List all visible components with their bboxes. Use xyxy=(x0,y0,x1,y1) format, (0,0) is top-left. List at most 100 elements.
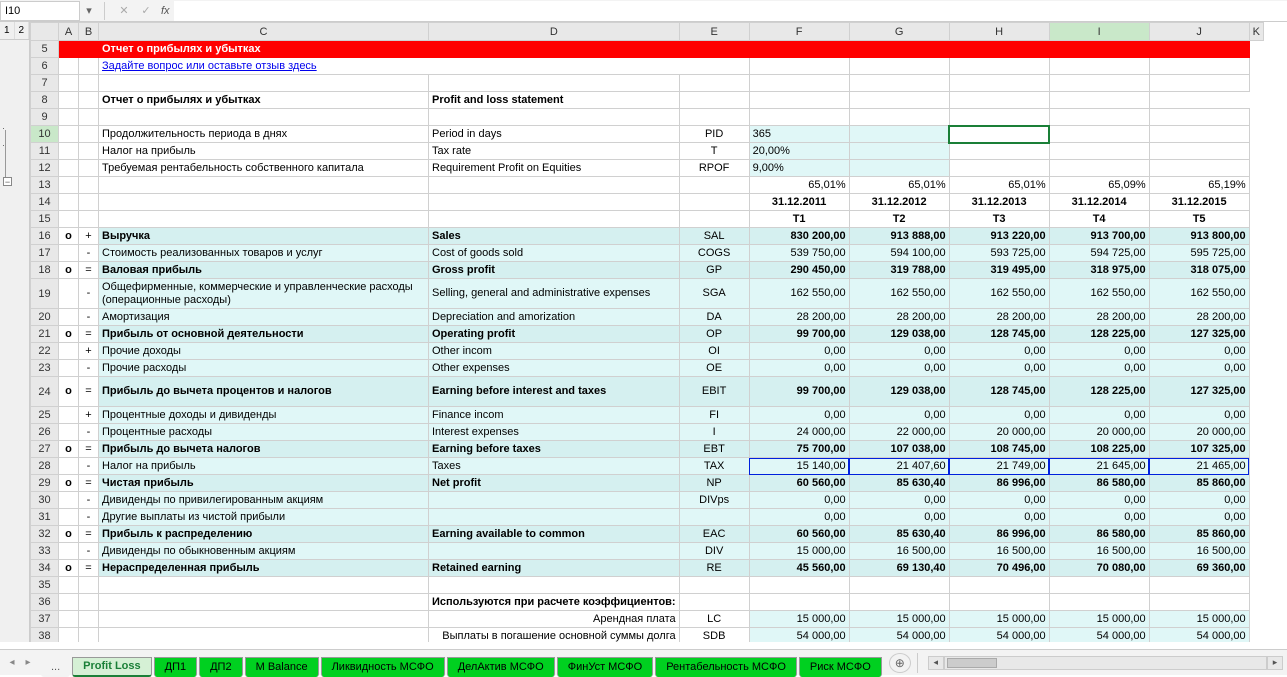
param-value[interactable]: 20,00% xyxy=(749,143,849,160)
row-header[interactable]: 36 xyxy=(31,594,59,611)
value-cell[interactable]: 128 225,00 xyxy=(1049,377,1149,407)
line-label-en[interactable]: Selling, general and administrative expe… xyxy=(429,279,680,309)
feedback-link[interactable]: Задайте вопрос или оставьте отзыв здесь xyxy=(99,58,750,75)
value-cell[interactable]: 86 996,00 xyxy=(949,475,1049,492)
sign-mark[interactable]: = xyxy=(79,560,99,577)
pct-value[interactable]: 65,01% xyxy=(849,177,949,194)
param-code[interactable]: T xyxy=(679,143,749,160)
scroll-track[interactable] xyxy=(944,656,1267,670)
line-label-ru[interactable]: Другие выплаты из чистой прибыли xyxy=(99,509,429,526)
row-header[interactable]: 5 xyxy=(31,41,59,58)
col-E[interactable]: E xyxy=(679,23,749,41)
line-code[interactable]: RE xyxy=(679,560,749,577)
outline-collapse-icon[interactable]: − xyxy=(3,177,12,186)
value-cell[interactable]: 28 200,00 xyxy=(1149,309,1249,326)
line-label-en[interactable] xyxy=(429,492,680,509)
line-label-en[interactable]: Operating profit xyxy=(429,326,680,343)
value-cell[interactable]: 0,00 xyxy=(1049,509,1149,526)
value-cell[interactable]: 129 038,00 xyxy=(849,326,949,343)
value-cell[interactable]: 20 000,00 xyxy=(1049,424,1149,441)
outline-mark[interactable]: o xyxy=(59,475,79,492)
row-header[interactable]: 10 xyxy=(31,126,59,143)
col-I[interactable]: I xyxy=(1049,23,1149,41)
period-header[interactable]: T2 xyxy=(849,211,949,228)
sheet-tab[interactable]: Ликвидность МСФО xyxy=(321,657,445,677)
sign-mark[interactable]: + xyxy=(79,407,99,424)
value-cell[interactable]: 86 580,00 xyxy=(1049,526,1149,543)
value-cell[interactable]: 99 700,00 xyxy=(749,326,849,343)
row-header[interactable]: 21 xyxy=(31,326,59,343)
line-label-en[interactable]: Earning available to common xyxy=(429,526,680,543)
param-label-en[interactable]: Requirement Profit on Equities xyxy=(429,160,680,177)
value-cell[interactable]: 28 200,00 xyxy=(749,309,849,326)
value-cell[interactable]: 60 560,00 xyxy=(749,475,849,492)
line-code[interactable]: EBT xyxy=(679,441,749,458)
value-cell[interactable]: 0,00 xyxy=(749,509,849,526)
col-G[interactable]: G xyxy=(849,23,949,41)
active-cell[interactable] xyxy=(949,126,1049,143)
col-J[interactable]: J xyxy=(1149,23,1249,41)
row-header[interactable]: 11 xyxy=(31,143,59,160)
sheet-tab[interactable]: Profit Loss xyxy=(72,657,151,677)
accept-icon[interactable]: ✓ xyxy=(137,2,155,20)
outline-mark[interactable]: o xyxy=(59,228,79,245)
row-header[interactable]: 26 xyxy=(31,424,59,441)
line-label-ru[interactable]: Прочие расходы xyxy=(99,360,429,377)
sheet-tab[interactable]: ДП2 xyxy=(199,657,242,677)
value-cell[interactable]: 108 225,00 xyxy=(1049,441,1149,458)
value-cell[interactable]: 69 130,40 xyxy=(849,560,949,577)
pct-value[interactable]: 65,01% xyxy=(749,177,849,194)
value-cell[interactable]: 162 550,00 xyxy=(849,279,949,309)
row-header[interactable]: 33 xyxy=(31,543,59,560)
col-A[interactable]: A xyxy=(59,23,79,41)
line-label-en[interactable]: Sales xyxy=(429,228,680,245)
line-label-en[interactable] xyxy=(429,543,680,560)
value-cell[interactable]: 319 788,00 xyxy=(849,262,949,279)
line-label-ru[interactable]: Выручка xyxy=(99,228,429,245)
outline-mark[interactable] xyxy=(59,509,79,526)
value-cell[interactable]: 21 465,00 xyxy=(1149,458,1249,475)
sign-mark[interactable]: - xyxy=(79,360,99,377)
value-cell[interactable]: 16 500,00 xyxy=(849,543,949,560)
value-cell[interactable]: 69 360,00 xyxy=(1149,560,1249,577)
row-header[interactable]: 18 xyxy=(31,262,59,279)
row-header[interactable]: 16 xyxy=(31,228,59,245)
value-cell[interactable]: 0,00 xyxy=(949,360,1049,377)
line-code[interactable]: NP xyxy=(679,475,749,492)
footer-label[interactable]: Выплаты в погашение основной суммы долга xyxy=(429,628,680,643)
line-label-ru[interactable]: Прибыль до вычета процентов и налогов xyxy=(99,377,429,407)
sheet-tab[interactable]: ДП1 xyxy=(154,657,197,677)
cell[interactable] xyxy=(79,41,99,58)
value-cell[interactable]: 913 700,00 xyxy=(1049,228,1149,245)
date-header[interactable]: 31.12.2012 xyxy=(849,194,949,211)
sheet-tab[interactable]: ФинУст МСФО xyxy=(557,657,653,677)
param-value[interactable]: 365 xyxy=(749,126,849,143)
line-code[interactable]: SAL xyxy=(679,228,749,245)
param-code[interactable]: PID xyxy=(679,126,749,143)
param-code[interactable]: RPOF xyxy=(679,160,749,177)
row-header[interactable]: 23 xyxy=(31,360,59,377)
value-cell[interactable]: 593 725,00 xyxy=(949,245,1049,262)
footer-value[interactable]: 15 000,00 xyxy=(949,611,1049,628)
row-header[interactable]: 34 xyxy=(31,560,59,577)
value-cell[interactable]: 0,00 xyxy=(1149,407,1249,424)
value-cell[interactable]: 290 450,00 xyxy=(749,262,849,279)
line-code[interactable]: I xyxy=(679,424,749,441)
name-box-dropdown[interactable]: ▾ xyxy=(82,4,96,17)
sign-mark[interactable]: - xyxy=(79,458,99,475)
col-D[interactable]: D xyxy=(429,23,680,41)
date-header[interactable]: 31.12.2011 xyxy=(749,194,849,211)
value-cell[interactable]: 162 550,00 xyxy=(749,279,849,309)
value-cell[interactable]: 0,00 xyxy=(1049,360,1149,377)
param-value[interactable]: 9,00% xyxy=(749,160,849,177)
row-header[interactable]: 17 xyxy=(31,245,59,262)
footer-code[interactable]: SDB xyxy=(679,628,749,643)
value-cell[interactable]: 0,00 xyxy=(849,407,949,424)
outline-mark[interactable] xyxy=(59,407,79,424)
footer-value[interactable]: 54 000,00 xyxy=(1049,628,1149,643)
sign-mark[interactable]: + xyxy=(79,343,99,360)
line-label-ru[interactable]: Чистая прибыль xyxy=(99,475,429,492)
date-header[interactable]: 31.12.2015 xyxy=(1149,194,1249,211)
outline-mark[interactable] xyxy=(59,543,79,560)
value-cell[interactable]: 0,00 xyxy=(1049,492,1149,509)
